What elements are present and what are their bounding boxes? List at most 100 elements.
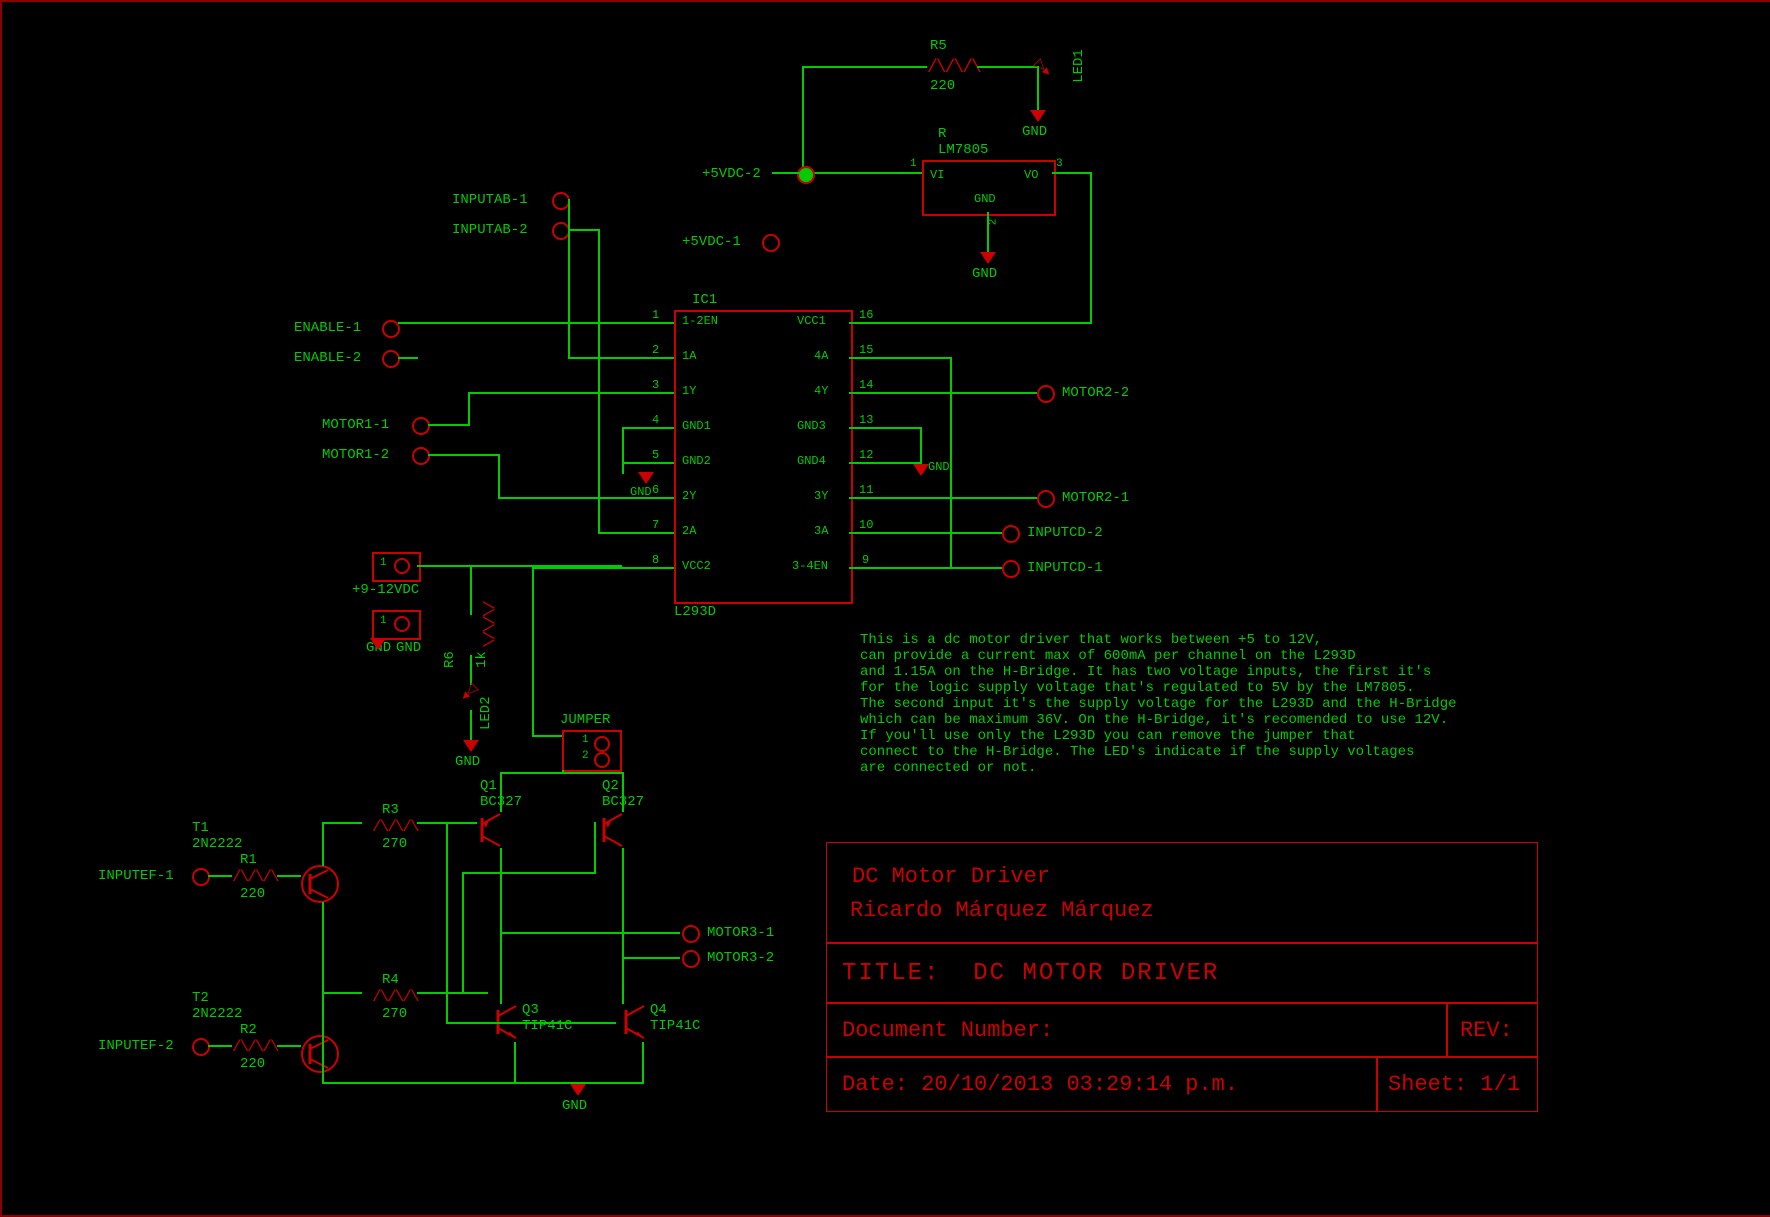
led2-name: LED2	[478, 696, 494, 730]
reg-pin-gnd: GND	[974, 192, 996, 206]
t2-value: 2N2222	[192, 1006, 242, 1022]
motor11-pad	[412, 417, 430, 435]
power-pad-912: 1	[372, 552, 421, 582]
schematic-sheet: R5 /\/\/\ 220 ▷▸ LED1 GND R LM7805 VI VO…	[0, 0, 1770, 1217]
ic1-pinnum: 3	[652, 378, 659, 392]
voltage-regulator: VI VO GND	[922, 160, 1056, 216]
gnd-icon	[463, 740, 479, 752]
ic1-value: L293D	[674, 604, 716, 620]
motor12-label: MOTOR1-2	[322, 447, 389, 463]
gnd-label: GND	[1022, 124, 1047, 140]
inputef1-label: INPUTEF-1	[98, 868, 174, 884]
ic1-name: IC1	[692, 292, 717, 308]
r5-name: R5	[930, 38, 947, 54]
ic1-pin: 3A	[814, 524, 828, 538]
enable1-label: ENABLE-1	[294, 320, 361, 336]
transistor-icon	[488, 1002, 528, 1047]
inputcd1-pad	[1002, 560, 1020, 578]
p912-label: +9-12VDC	[352, 582, 419, 598]
gnd-label: GND	[928, 460, 950, 474]
motor21-label: MOTOR2-1	[1062, 490, 1129, 506]
motor31-pad	[682, 925, 700, 943]
motor22-pad	[1037, 385, 1055, 403]
q2-name: Q2	[602, 778, 619, 794]
t1-name: T1	[192, 820, 209, 836]
ic1-pinnum: 5	[652, 448, 659, 462]
tb-date: Date: 20/10/2013 03:29:14 p.m.	[842, 1072, 1238, 1097]
ic1-pinnum: 16	[859, 308, 873, 322]
ic1-pin: 3Y	[814, 489, 828, 503]
plus5vdc2-pad	[797, 166, 815, 184]
ic1-pinnum: 14	[859, 378, 873, 392]
ic1-pin: VCC2	[682, 559, 711, 573]
reg-pin1-num: 1	[910, 158, 917, 170]
motor31-label: MOTOR3-1	[707, 925, 774, 941]
ic1-pin: 1A	[682, 349, 696, 363]
led1-name: LED1	[1071, 49, 1087, 83]
enable2-pad	[382, 350, 400, 368]
jumper-pin2: 2	[582, 750, 589, 762]
plus5vdc1-pad	[762, 234, 780, 252]
ic1-pinnum: 2	[652, 343, 659, 357]
desc-line: for the logic supply voltage that's regu…	[860, 680, 1457, 696]
gnd-icon	[1030, 110, 1046, 122]
gnd-label: GND	[972, 266, 997, 282]
gnd-icon	[913, 464, 929, 476]
transistor-icon	[300, 864, 340, 909]
pad1-marker: 1	[380, 557, 387, 569]
p5vdc2-label: +5VDC-2	[702, 166, 761, 182]
gnd-icon	[370, 638, 386, 650]
ic1-pin: GND4	[797, 454, 826, 468]
reg-name: R	[938, 126, 946, 142]
led-icon: ▷▸	[1031, 56, 1056, 81]
reg-pin-vi: VI	[930, 168, 944, 182]
r1-value: 220	[240, 886, 265, 902]
inputab1-label: INPUTAB-1	[452, 192, 528, 208]
gnd-label: GND	[455, 754, 480, 770]
ic1-pin: 2Y	[682, 489, 696, 503]
r4-name: R4	[382, 972, 399, 988]
jumper: 1 2	[562, 730, 622, 772]
t1-value: 2N2222	[192, 836, 242, 852]
ic1-pinnum: 13	[859, 413, 873, 427]
motor21-pad	[1037, 490, 1055, 508]
p5vdc1-label: +5VDC-1	[682, 234, 741, 250]
transistor-icon	[472, 810, 512, 855]
transistor-icon	[300, 1034, 340, 1079]
ic1-pin: 3-4EN	[792, 559, 828, 573]
ic1-pinnum: 4	[652, 413, 659, 427]
tb-project: DC Motor Driver	[852, 864, 1050, 889]
description-block: This is a dc motor driver that works bet…	[860, 632, 1457, 776]
ic1-pin: GND1	[682, 419, 711, 433]
desc-line: are connected or not.	[860, 760, 1457, 776]
reg-pin3-num: 3	[1056, 158, 1063, 170]
ic1-pin: 4A	[814, 349, 828, 363]
q1-name: Q1	[480, 778, 497, 794]
inputef1-pad	[192, 868, 210, 886]
q4-value: TIP41C	[650, 1018, 700, 1034]
inputef2-label: INPUTEF-2	[98, 1038, 174, 1054]
gnd-pad-label: GND	[396, 640, 421, 656]
desc-line: The second input it's the supply voltage…	[860, 696, 1457, 712]
transistor-icon	[616, 1002, 656, 1047]
motor22-label: MOTOR2-2	[1062, 385, 1129, 401]
resistor-icon: /\/\/\	[927, 58, 980, 78]
ic1-pin: 1Y	[682, 384, 696, 398]
ic1-pinnum: 12	[859, 448, 873, 462]
pad1-marker: 1	[380, 615, 387, 627]
gnd-icon	[570, 1084, 586, 1096]
ic1-pin: VCC1	[797, 314, 826, 328]
r3-name: R3	[382, 802, 399, 818]
ic1-pinnum: 6	[652, 483, 659, 497]
inputcd1-label: INPUTCD-1	[1027, 560, 1103, 576]
transistor-icon	[594, 810, 634, 855]
tb-author: Ricardo Márquez Márquez	[850, 898, 1154, 923]
jumper-pin1: 1	[582, 734, 589, 746]
motor11-label: MOTOR1-1	[322, 417, 389, 433]
reg-pin-vo: VO	[1024, 168, 1038, 182]
r2-value: 220	[240, 1056, 265, 1072]
desc-line: and 1.15A on the H-Bridge. It has two vo…	[860, 664, 1457, 680]
ic1-pinnum: 10	[859, 518, 873, 532]
r2-name: R2	[240, 1022, 257, 1038]
r3-value: 270	[382, 836, 407, 852]
